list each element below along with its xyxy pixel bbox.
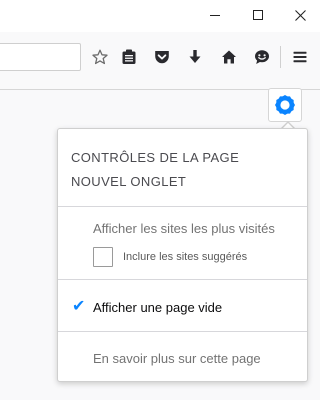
- library-icon: [122, 49, 136, 64]
- option-show-most-visited[interactable]: Afficher les sites les plus visités: [93, 221, 275, 236]
- chat-button[interactable]: [251, 46, 273, 68]
- home-icon: [222, 50, 236, 64]
- downloads-button[interactable]: [184, 46, 206, 68]
- checkmark-icon: ✔: [72, 298, 86, 315]
- open-menu-button[interactable]: [289, 46, 311, 68]
- hamburger-menu-icon: [293, 51, 307, 63]
- maximize-button[interactable]: [236, 0, 280, 30]
- download-icon: [189, 50, 201, 63]
- title-bar: [0, 0, 320, 32]
- panel-heading-page-controls: CONTRÔLES DE LA PAGE: [71, 150, 240, 165]
- include-suggested-sites-checkbox[interactable]: [93, 247, 113, 267]
- toolbar-separator: [280, 46, 281, 68]
- url-bar[interactable]: [0, 43, 81, 71]
- close-button[interactable]: [278, 0, 320, 30]
- maximize-icon: [253, 10, 263, 20]
- include-suggested-sites-label[interactable]: Inclure les sites suggérés: [123, 251, 247, 263]
- navigation-toolbar: [0, 32, 320, 90]
- option-show-blank-page[interactable]: Afficher une page vide: [93, 300, 222, 315]
- panel-divider: [58, 279, 307, 280]
- gear-icon: [275, 95, 295, 115]
- customize-page-button[interactable]: [268, 88, 302, 122]
- minimize-button[interactable]: [193, 0, 237, 30]
- panel-divider: [58, 206, 307, 207]
- bookmark-button[interactable]: [89, 46, 111, 68]
- bookmark-star-icon: [92, 49, 108, 65]
- pocket-icon: [155, 51, 169, 64]
- panel-divider: [58, 331, 307, 332]
- pocket-button[interactable]: [151, 46, 173, 68]
- close-icon: [294, 9, 306, 21]
- chat-icon: [255, 50, 269, 64]
- reader-view-button[interactable]: [118, 46, 140, 68]
- home-button[interactable]: [218, 46, 240, 68]
- minimize-icon: [210, 14, 220, 16]
- page-controls-panel: CONTRÔLES DE LA PAGE NOUVEL ONGLET Affic…: [57, 128, 308, 382]
- learn-more-link[interactable]: En savoir plus sur cette page: [93, 351, 261, 366]
- panel-heading-new-tab: NOUVEL ONGLET: [71, 174, 187, 189]
